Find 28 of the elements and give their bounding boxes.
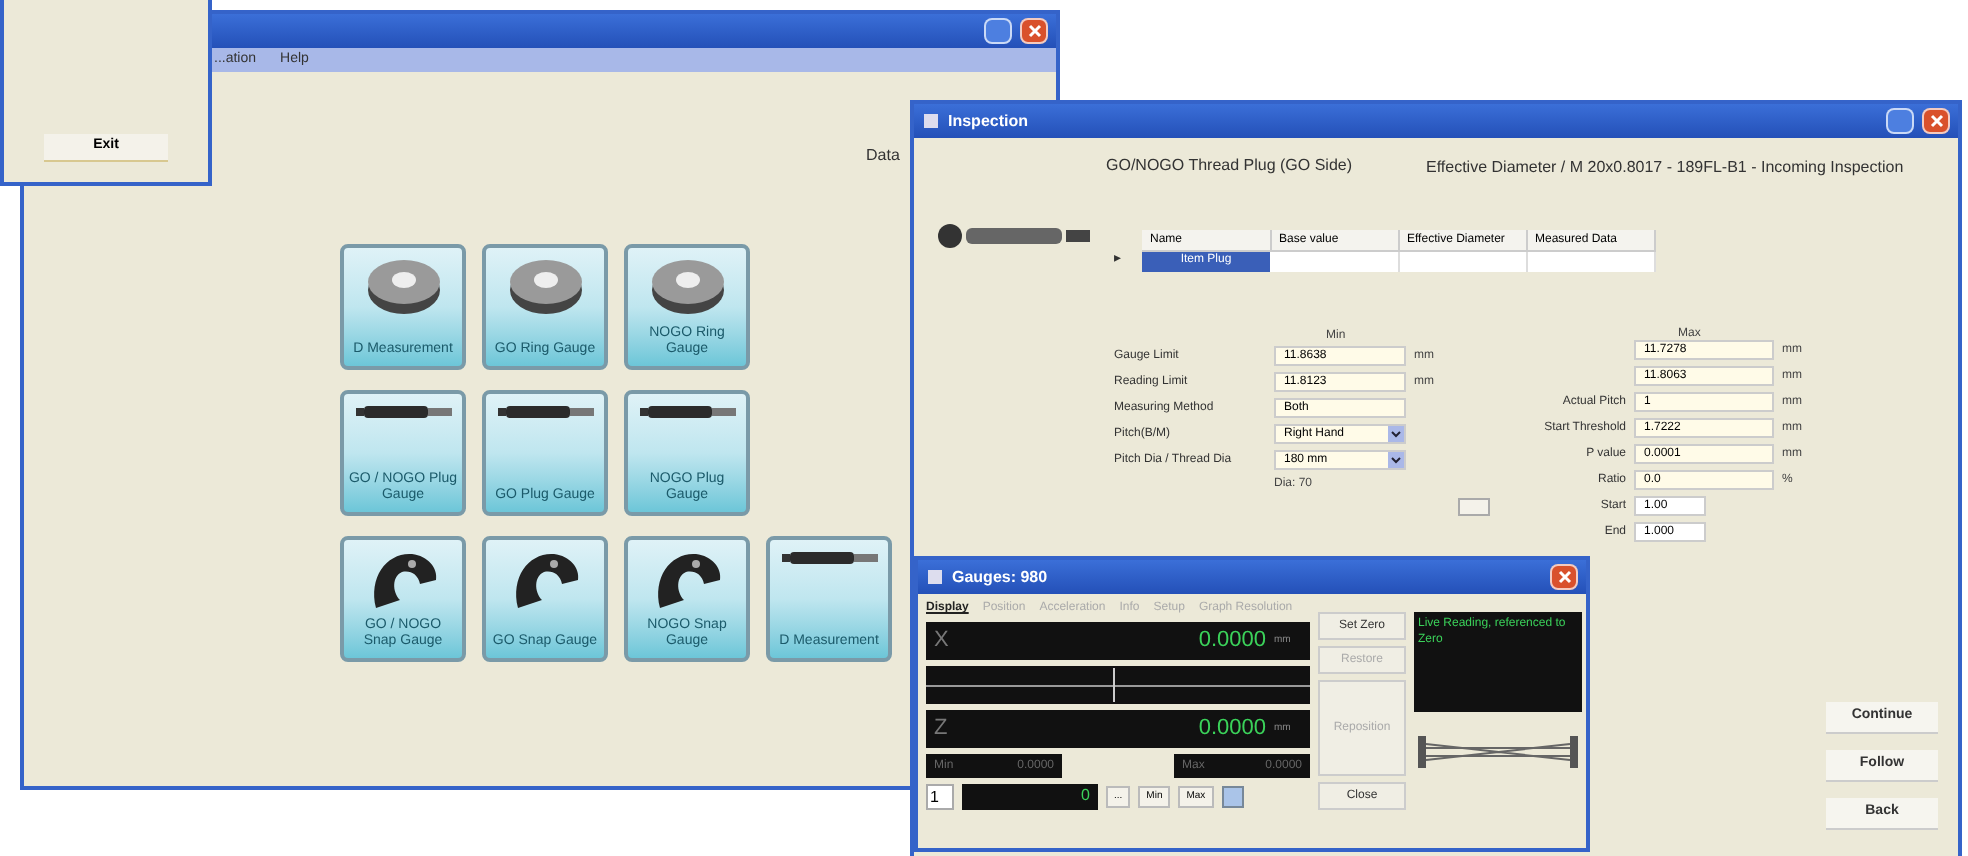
app-icon — [922, 112, 940, 130]
plug-gauge-icon — [781, 548, 877, 568]
window-title: Gauges: 980 — [952, 565, 1048, 589]
close-icon — [1929, 114, 1943, 128]
counter-display: 0 — [962, 784, 1098, 810]
plug-gauge-icon — [639, 402, 735, 422]
app-icon — [926, 568, 944, 586]
dropdown-arrow-icon — [1388, 426, 1404, 442]
close-button[interactable] — [1550, 564, 1578, 590]
plug-gauge-icon — [497, 402, 593, 422]
heading: GO/NOGO Thread Plug (GO Side) — [1106, 154, 1353, 178]
help-button[interactable] — [984, 18, 1012, 44]
close-icon — [1557, 570, 1571, 584]
ring-gauge-icon — [505, 256, 585, 316]
close-icon — [1027, 24, 1041, 38]
close-button[interactable] — [1020, 18, 1048, 44]
status-label: Data — [866, 144, 900, 168]
subheading: Effective Diameter / M 20x0.8017 - 189FL-B1 - Incoming Inspection — [1426, 156, 1904, 180]
window-title: Inspection — [948, 109, 1029, 133]
thread-plug-icon — [938, 222, 1094, 250]
help-button[interactable] — [1886, 108, 1914, 134]
ring-gauge-icon — [647, 256, 727, 316]
chart-button[interactable] — [1221, 786, 1244, 808]
plug-gauge-icon — [355, 402, 451, 422]
spinner[interactable]: 1 — [926, 784, 954, 810]
dropdown-arrow-icon — [1388, 452, 1404, 468]
ring-gauge-icon — [363, 256, 443, 316]
close-button[interactable] — [1922, 108, 1950, 134]
